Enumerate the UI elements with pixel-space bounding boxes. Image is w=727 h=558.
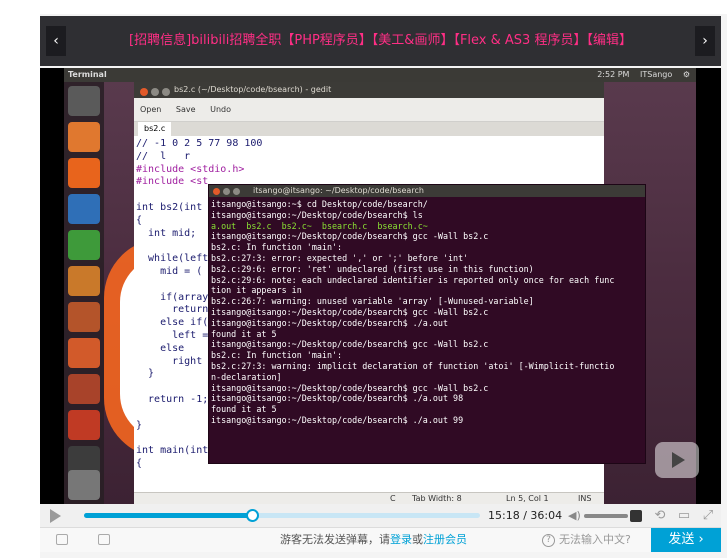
terminal-line: bs2.c:29:6: error: 'ret' undeclared (fir… xyxy=(211,263,534,274)
calc-icon xyxy=(68,230,100,260)
time-display: 15:18 / 36:04 xyxy=(488,509,563,522)
terminal-output: itsango@itsango:~$ cd Desktop/code/bsear… xyxy=(209,197,645,426)
gedit-statusbar: C Tab Width: 8 Ln 5, Col 1 INS xyxy=(134,492,604,504)
maximize-icon xyxy=(162,88,170,96)
terminal-line: bs2.c:27:3: warning: implicit declaratio… xyxy=(211,360,615,371)
terminal-line: a.out bs2.c bs2.c~ bsearch.c bsearch.c~ xyxy=(211,220,428,231)
danmaku-toggle-icon[interactable] xyxy=(630,510,642,522)
danmaku-list-icon[interactable] xyxy=(56,534,68,545)
gedit-titlebar: bs2.c (~/Desktop/code/bsearch) - gedit xyxy=(134,82,604,98)
close-icon xyxy=(213,188,220,195)
terminal-line: itsango@itsango:~/Desktop/code/bsearch$ … xyxy=(211,339,489,350)
code-line: #include <stdio.h> xyxy=(136,163,245,175)
tray-time: 2:52 PM xyxy=(597,70,630,79)
bilibili-tv-icon xyxy=(655,442,699,478)
guest-message: 游客无法发送弹幕，请登录或注册会员 xyxy=(280,533,467,546)
progress-fill xyxy=(84,513,252,518)
input-help[interactable]: ? 无法输入中文? xyxy=(542,528,631,552)
maximize-icon xyxy=(233,188,240,195)
gedit-tabs: bs2.c xyxy=(134,122,604,136)
terminal-title: itsango@itsango: ~/Desktop/code/bsearch xyxy=(253,186,424,195)
tray-user: ITSango xyxy=(640,70,673,79)
terminal-line: bs2.c:27:3: error: expected ',' or ';' b… xyxy=(211,252,469,263)
code-line: // -1 0 2 5 77 98 100 xyxy=(136,138,263,149)
launcher xyxy=(64,82,104,504)
gedit-toolbar: Open Save Undo xyxy=(134,98,604,122)
firefox-icon xyxy=(68,158,100,188)
fullscreen-icon[interactable]: ⤢ xyxy=(700,508,716,524)
progress-bar[interactable] xyxy=(84,509,480,522)
gedit-title: bs2.c (~/Desktop/code/bsearch) - gedit xyxy=(174,85,332,94)
gear-icon: ⚙ xyxy=(682,70,690,79)
player-controls: 15:18 / 36:04 ◀) ⟲ ▭ ⤢ xyxy=(40,504,721,528)
code-line: // l r xyxy=(136,150,191,162)
open-button: Open xyxy=(140,105,162,114)
terminal-line: itsango@itsango:~/Desktop/code/bsearch$ … xyxy=(211,414,464,425)
terminal-line: bs2.c:26:7: warning: unused variable 'ar… xyxy=(211,296,534,307)
terminal-line: itsango@itsango:~/Desktop/code/bsearch$ … xyxy=(211,306,489,317)
video-area[interactable]: Terminal 2:52 PM ITSango ⚙ bs2.c (~/Desk… xyxy=(40,68,721,504)
tab-bs2: bs2.c xyxy=(138,122,172,136)
loop-icon[interactable]: ⟲ xyxy=(652,508,668,524)
volume-icon[interactable]: ◀) xyxy=(568,510,582,522)
widescreen-icon[interactable]: ▭ xyxy=(676,508,692,524)
progress-handle[interactable] xyxy=(245,509,259,522)
terminal-titlebar: itsango@itsango: ~/Desktop/code/bsearch xyxy=(209,185,645,197)
panel-title: Terminal xyxy=(68,70,107,79)
total-time: 36:04 xyxy=(530,509,563,522)
chevron-left-icon[interactable]: ‹ xyxy=(46,26,66,56)
terminal-line: itsango@itsango:~/Desktop/code/bsearch$ … xyxy=(211,317,448,328)
terminal-line: itsango@itsango:~/Desktop/code/bsearch$ … xyxy=(211,231,489,242)
writer-icon xyxy=(68,194,100,224)
terminal-line: tion it appears in xyxy=(211,285,302,296)
ubuntu-desktop: Terminal 2:52 PM ITSango ⚙ bs2.c (~/Desk… xyxy=(64,68,696,504)
undo-button: Undo xyxy=(210,105,232,114)
top-panel: Terminal 2:52 PM ITSango ⚙ xyxy=(64,68,696,82)
question-icon: ? xyxy=(542,533,555,547)
login-link[interactable]: 登录 xyxy=(390,533,412,546)
register-link[interactable]: 注册会员 xyxy=(423,533,467,546)
current-time: 15:18 xyxy=(488,509,520,522)
terminal-line: itsango@itsango:~/Desktop/code/bsearch$ … xyxy=(211,382,489,393)
save-button: Save xyxy=(175,105,196,114)
terminal-line: bs2.c: In function 'main': xyxy=(211,242,343,253)
filezilla-icon xyxy=(68,410,100,440)
trash-icon xyxy=(68,470,100,500)
impress-icon xyxy=(68,266,100,296)
terminal-window: itsango@itsango: ~/Desktop/code/bsearch … xyxy=(208,184,646,464)
play-icon[interactable] xyxy=(50,509,61,523)
danmaku-setting-icon[interactable] xyxy=(98,534,110,545)
status-tab-width: Tab Width: 8 xyxy=(412,494,462,503)
terminal-line: itsango@itsango:~/Desktop/code/bsearch$ … xyxy=(211,209,423,220)
terminal-line: bs2.c:29:6: note: each undeclared identi… xyxy=(211,274,615,285)
terminal-line: found it at 5 xyxy=(211,328,277,339)
terminal-line: n-declaration] xyxy=(211,371,282,382)
folder-icon xyxy=(68,122,100,152)
status-mode: INS xyxy=(578,494,592,503)
terminal-line: bs2.c: In function 'main': xyxy=(211,350,343,361)
status-language: C xyxy=(390,494,396,503)
send-button[interactable]: 发送 › xyxy=(651,528,721,552)
volume-slider[interactable] xyxy=(584,514,628,518)
software-center-icon xyxy=(68,302,100,332)
announcement-text[interactable]: [招聘信息]bilibili招聘全职【PHP程序员】【美工&画师】【Flex &… xyxy=(72,16,689,66)
settings-icon xyxy=(68,374,100,404)
system-tray: 2:52 PM ITSango ⚙ xyxy=(589,68,690,82)
chevron-right-icon[interactable]: › xyxy=(695,26,715,56)
minimize-icon xyxy=(151,88,159,96)
close-icon xyxy=(140,88,148,96)
terminal-line: found it at 5 xyxy=(211,404,277,415)
terminal-line: itsango@itsango:~$ cd Desktop/code/bsear… xyxy=(211,199,428,209)
minimize-icon xyxy=(223,188,230,195)
danmaku-bar: 游客无法发送弹幕，请登录或注册会员 ? 无法输入中文? 发送 › xyxy=(40,528,721,552)
announcement-bar: ‹ [招聘信息]bilibili招聘全职【PHP程序员】【美工&画师】【Flex… xyxy=(40,16,721,66)
dash-icon xyxy=(68,86,100,116)
status-position: Ln 5, Col 1 xyxy=(506,494,549,503)
ubuntu-one-icon xyxy=(68,338,100,368)
terminal-line: itsango@itsango:~/Desktop/code/bsearch$ … xyxy=(211,393,464,404)
